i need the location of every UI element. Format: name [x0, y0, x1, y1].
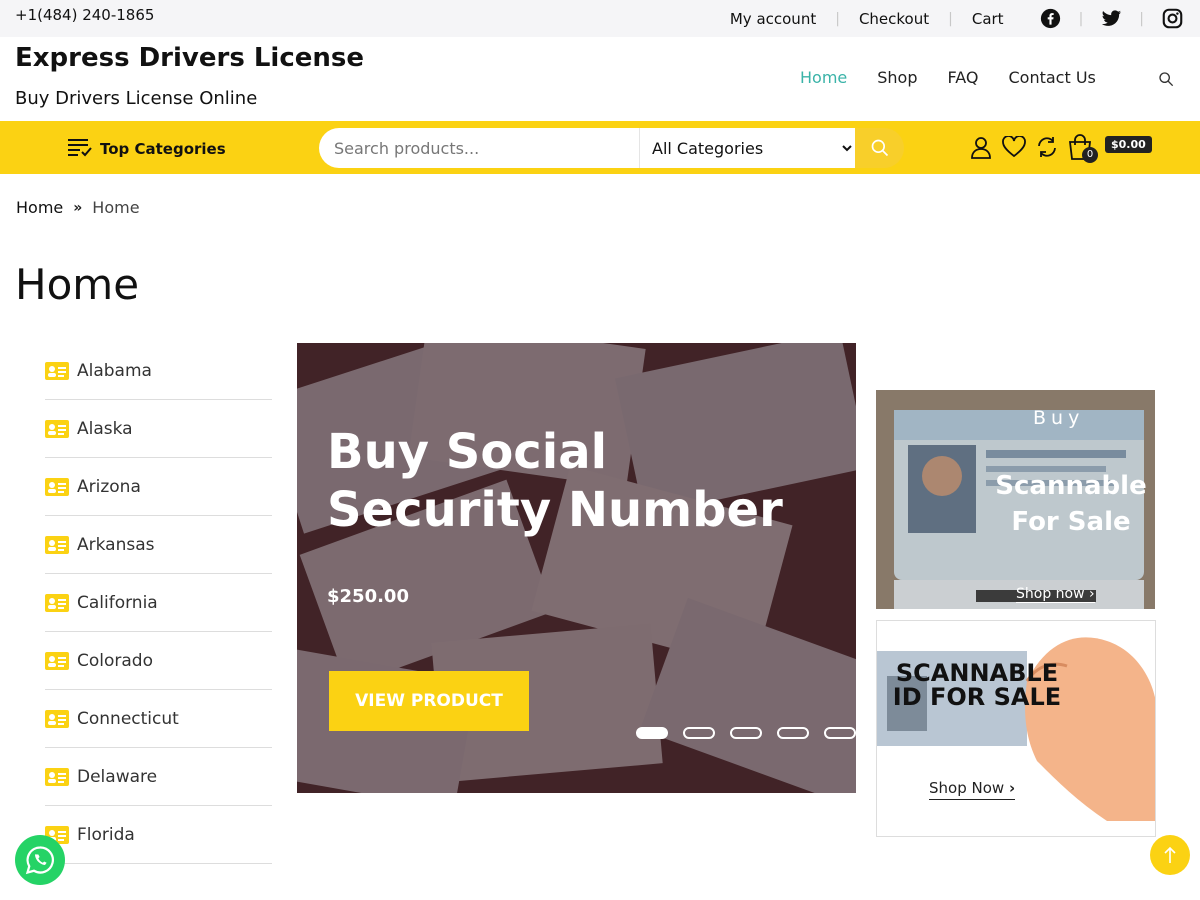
banner-shop-label: Shop Now	[929, 779, 1005, 797]
cart-link[interactable]: Cart	[953, 10, 1023, 28]
sidebar-item-label: Florida	[77, 824, 135, 845]
slider-dot-3[interactable]	[730, 727, 762, 739]
banner-title: SCANNABLE ID FOR SALE	[892, 659, 1062, 711]
hand-holding-id-image	[877, 637, 1155, 836]
sidebar-item-label: Arizona	[77, 476, 141, 497]
site-tagline: Buy Drivers License Online	[15, 88, 258, 109]
view-product-button[interactable]: VIEW PRODUCT	[329, 671, 529, 731]
search-icon[interactable]	[1158, 71, 1174, 91]
banner-shop-link[interactable]: Shop now ›	[1016, 586, 1095, 603]
chevron-right-icon: ›	[1008, 779, 1016, 797]
category-list-icon	[68, 137, 92, 161]
search-icon	[871, 139, 888, 157]
scannable-banner[interactable]: Buy Scannable For Sale Shop now ›	[876, 390, 1155, 609]
sidebar-item-label: Alabama	[77, 360, 152, 381]
breadcrumb-home[interactable]: Home	[16, 198, 63, 217]
sidebar-item-florida[interactable]: Florida	[45, 806, 272, 864]
sidebar-item-arizona[interactable]: Arizona	[45, 458, 272, 516]
nav-faq[interactable]: FAQ	[948, 68, 979, 87]
search-input[interactable]	[319, 128, 639, 168]
site-header: Express Drivers License Buy Drivers Lice…	[0, 37, 1200, 121]
page-title: Home	[15, 260, 140, 309]
slider-dot-4[interactable]	[777, 727, 809, 739]
cart-total[interactable]: $0.00	[1105, 136, 1152, 153]
slide-price: $250.00	[327, 586, 409, 607]
id-card-icon	[45, 361, 69, 380]
whatsapp-chat-button[interactable]	[15, 835, 65, 885]
my-account-link[interactable]: My account	[711, 10, 835, 28]
id-card-icon	[45, 593, 69, 612]
nav-contact-us[interactable]: Contact Us	[1009, 68, 1096, 87]
phone-number[interactable]: +1(484) 240-1865	[15, 6, 154, 24]
slider-dot-1[interactable]	[636, 727, 668, 739]
id-card-icon	[45, 651, 69, 670]
sidebar-item-colorado[interactable]: Colorado	[45, 632, 272, 690]
nav-home[interactable]: Home	[800, 68, 847, 87]
state-category-list: Alabama Alaska Arizona Arkansas California Co…	[45, 342, 272, 864]
sidebar-item-label: Arkansas	[77, 534, 155, 555]
nav-shop[interactable]: Shop	[877, 68, 917, 87]
breadcrumb-current: Home	[92, 198, 140, 217]
slide-title: Buy Social Security Number	[327, 424, 783, 538]
sidebar-item-label: Alaska	[77, 418, 133, 439]
category-select[interactable]: All Categories	[639, 128, 855, 168]
sidebar-item-alaska[interactable]: Alaska	[45, 400, 272, 458]
banner-shop-label: Shop now	[1016, 586, 1085, 602]
site-title[interactable]: Express Drivers License	[15, 43, 364, 73]
slider-dot-5[interactable]	[824, 727, 856, 739]
top-categories-label: Top Categories	[100, 140, 226, 158]
id-card-icon	[45, 709, 69, 728]
product-search: All Categories	[319, 128, 904, 168]
top-links: My account | Checkout | Cart | |	[711, 0, 1200, 37]
sidebar-item-arkansas[interactable]: Arkansas	[45, 516, 272, 574]
double-chevron-right-icon: »	[73, 199, 83, 216]
facebook-icon[interactable]	[1023, 8, 1079, 29]
search-button[interactable]	[855, 128, 904, 168]
top-bar: +1(484) 240-1865 My account | Checkout |…	[0, 0, 1200, 37]
heart-icon[interactable]	[1002, 135, 1026, 162]
banner-shop-link[interactable]: Shop Now ›	[929, 779, 1016, 800]
sidebar-item-california[interactable]: California	[45, 574, 272, 632]
category-search-bar: Top Categories All Categories 0	[0, 121, 1200, 174]
sidebar-item-connecticut[interactable]: Connecticut	[45, 690, 272, 748]
sidebar-item-delaware[interactable]: Delaware	[45, 748, 272, 806]
sidebar-item-label: Delaware	[77, 766, 158, 787]
instagram-icon[interactable]	[1144, 8, 1200, 29]
id-card-icon	[45, 767, 69, 786]
id-card-icon	[45, 477, 69, 496]
twitter-icon[interactable]	[1083, 9, 1139, 28]
banner-title: Scannable For Sale	[995, 471, 1147, 537]
id-card-icon	[45, 535, 69, 554]
slider-dots	[636, 727, 856, 739]
whatsapp-icon	[25, 846, 54, 875]
compare-icon[interactable]	[1035, 135, 1059, 163]
chevron-right-icon: ›	[1089, 586, 1095, 602]
sidebar-item-alabama[interactable]: Alabama	[45, 342, 272, 400]
sidebar-item-label: Connecticut	[77, 708, 179, 729]
top-categories-toggle[interactable]: Top Categories	[68, 137, 226, 161]
breadcrumb: Home » Home	[16, 198, 140, 217]
hero-slider[interactable]: Buy Social Security Number $250.00 VIEW …	[297, 343, 856, 793]
account-icons: 0	[969, 133, 1101, 165]
arrow-up-icon	[1164, 846, 1176, 863]
scannable-id-banner[interactable]: SCANNABLE ID FOR SALE Shop Now ›	[876, 620, 1156, 837]
cart-count-badge: 0	[1082, 147, 1098, 163]
user-icon[interactable]	[969, 135, 993, 163]
sidebar-item-label: California	[77, 592, 158, 613]
id-card-icon	[45, 419, 69, 438]
cart-icon[interactable]: 0	[1068, 133, 1098, 165]
checkout-link[interactable]: Checkout	[840, 10, 948, 28]
sidebar-item-label: Colorado	[77, 650, 153, 671]
back-to-top-button[interactable]	[1150, 835, 1190, 875]
banner-buy-text: Buy	[1033, 407, 1085, 429]
slider-dot-2[interactable]	[683, 727, 715, 739]
main-nav: Home Shop FAQ Contact Us	[800, 68, 1126, 87]
